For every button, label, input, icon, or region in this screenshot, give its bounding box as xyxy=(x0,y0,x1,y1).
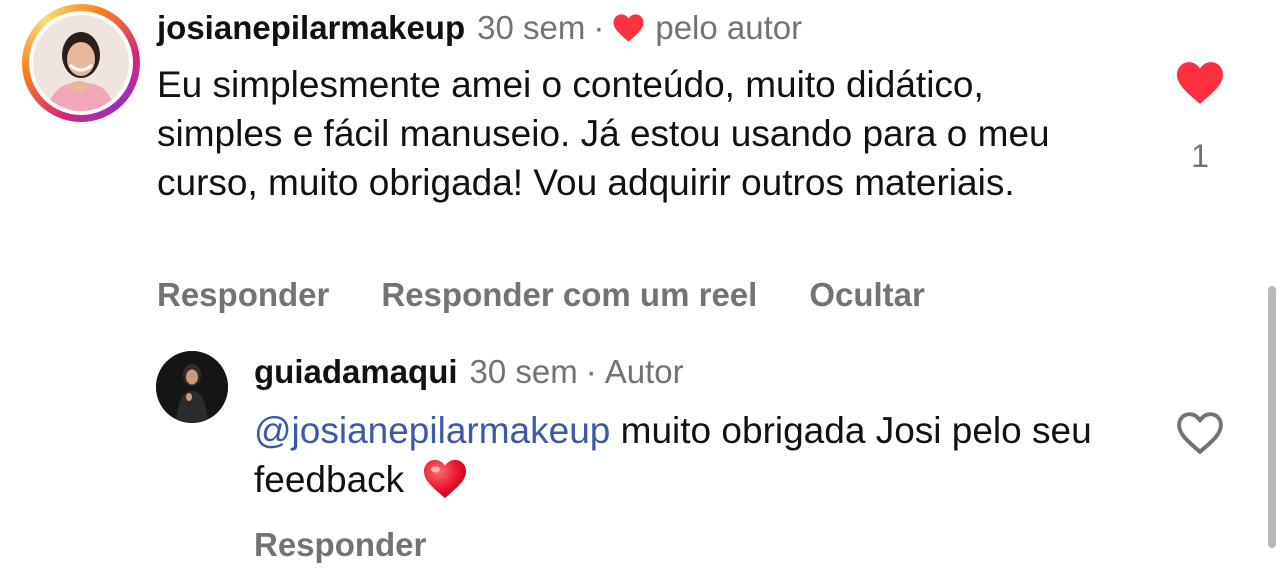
person-photo-icon xyxy=(156,351,228,423)
reply-username[interactable]: guiadamaqui xyxy=(254,353,458,391)
author-label: Autor xyxy=(604,353,684,390)
separator-dot: · xyxy=(593,9,605,46)
reply-button[interactable]: Responder xyxy=(157,276,329,314)
avatar-photo xyxy=(33,15,129,111)
comment-text: Eu simplesmente amei o conteúdo, muito d… xyxy=(157,64,1050,203)
reply-text: @josianepilarmakeup muito obrigada Josi … xyxy=(254,406,1134,504)
heart-filled-icon[interactable] xyxy=(1174,60,1226,106)
avatar-josianepilarmakeup[interactable] xyxy=(22,4,140,122)
comment-username[interactable]: josianepilarmakeup xyxy=(157,9,465,47)
heart-small-icon xyxy=(613,14,644,42)
heart-outline-icon[interactable] xyxy=(1174,410,1226,456)
liked-by-author-label: pelo autor xyxy=(655,9,803,46)
person-photo-icon xyxy=(33,15,129,111)
red-heart-emoji xyxy=(424,459,467,499)
reply-actions: Responder xyxy=(254,526,426,564)
avatar-guiadamaqui[interactable] xyxy=(156,351,228,423)
mention-link[interactable]: @josianepilarmakeup xyxy=(254,410,610,451)
reply-button[interactable]: Responder xyxy=(254,526,426,563)
comment-timestamp: 30 sem xyxy=(477,9,586,46)
reply-with-reel-button[interactable]: Responder com um reel xyxy=(381,276,757,314)
separator-dot: · xyxy=(585,353,597,390)
scrollbar[interactable] xyxy=(1268,286,1276,548)
reply-timestamp: 30 sem xyxy=(469,353,578,390)
like-count[interactable]: 1 xyxy=(1186,138,1214,175)
reply-header: guiadamaqui 30 sem · Autor xyxy=(254,350,684,394)
avatar-ring-inner xyxy=(29,11,133,115)
hide-button[interactable]: Ocultar xyxy=(809,276,925,314)
comment-actions: Responder Responder com um reel Ocultar xyxy=(157,276,925,314)
comment-header: josianepilarmakeup 30 sem · pelo autor xyxy=(157,6,802,50)
